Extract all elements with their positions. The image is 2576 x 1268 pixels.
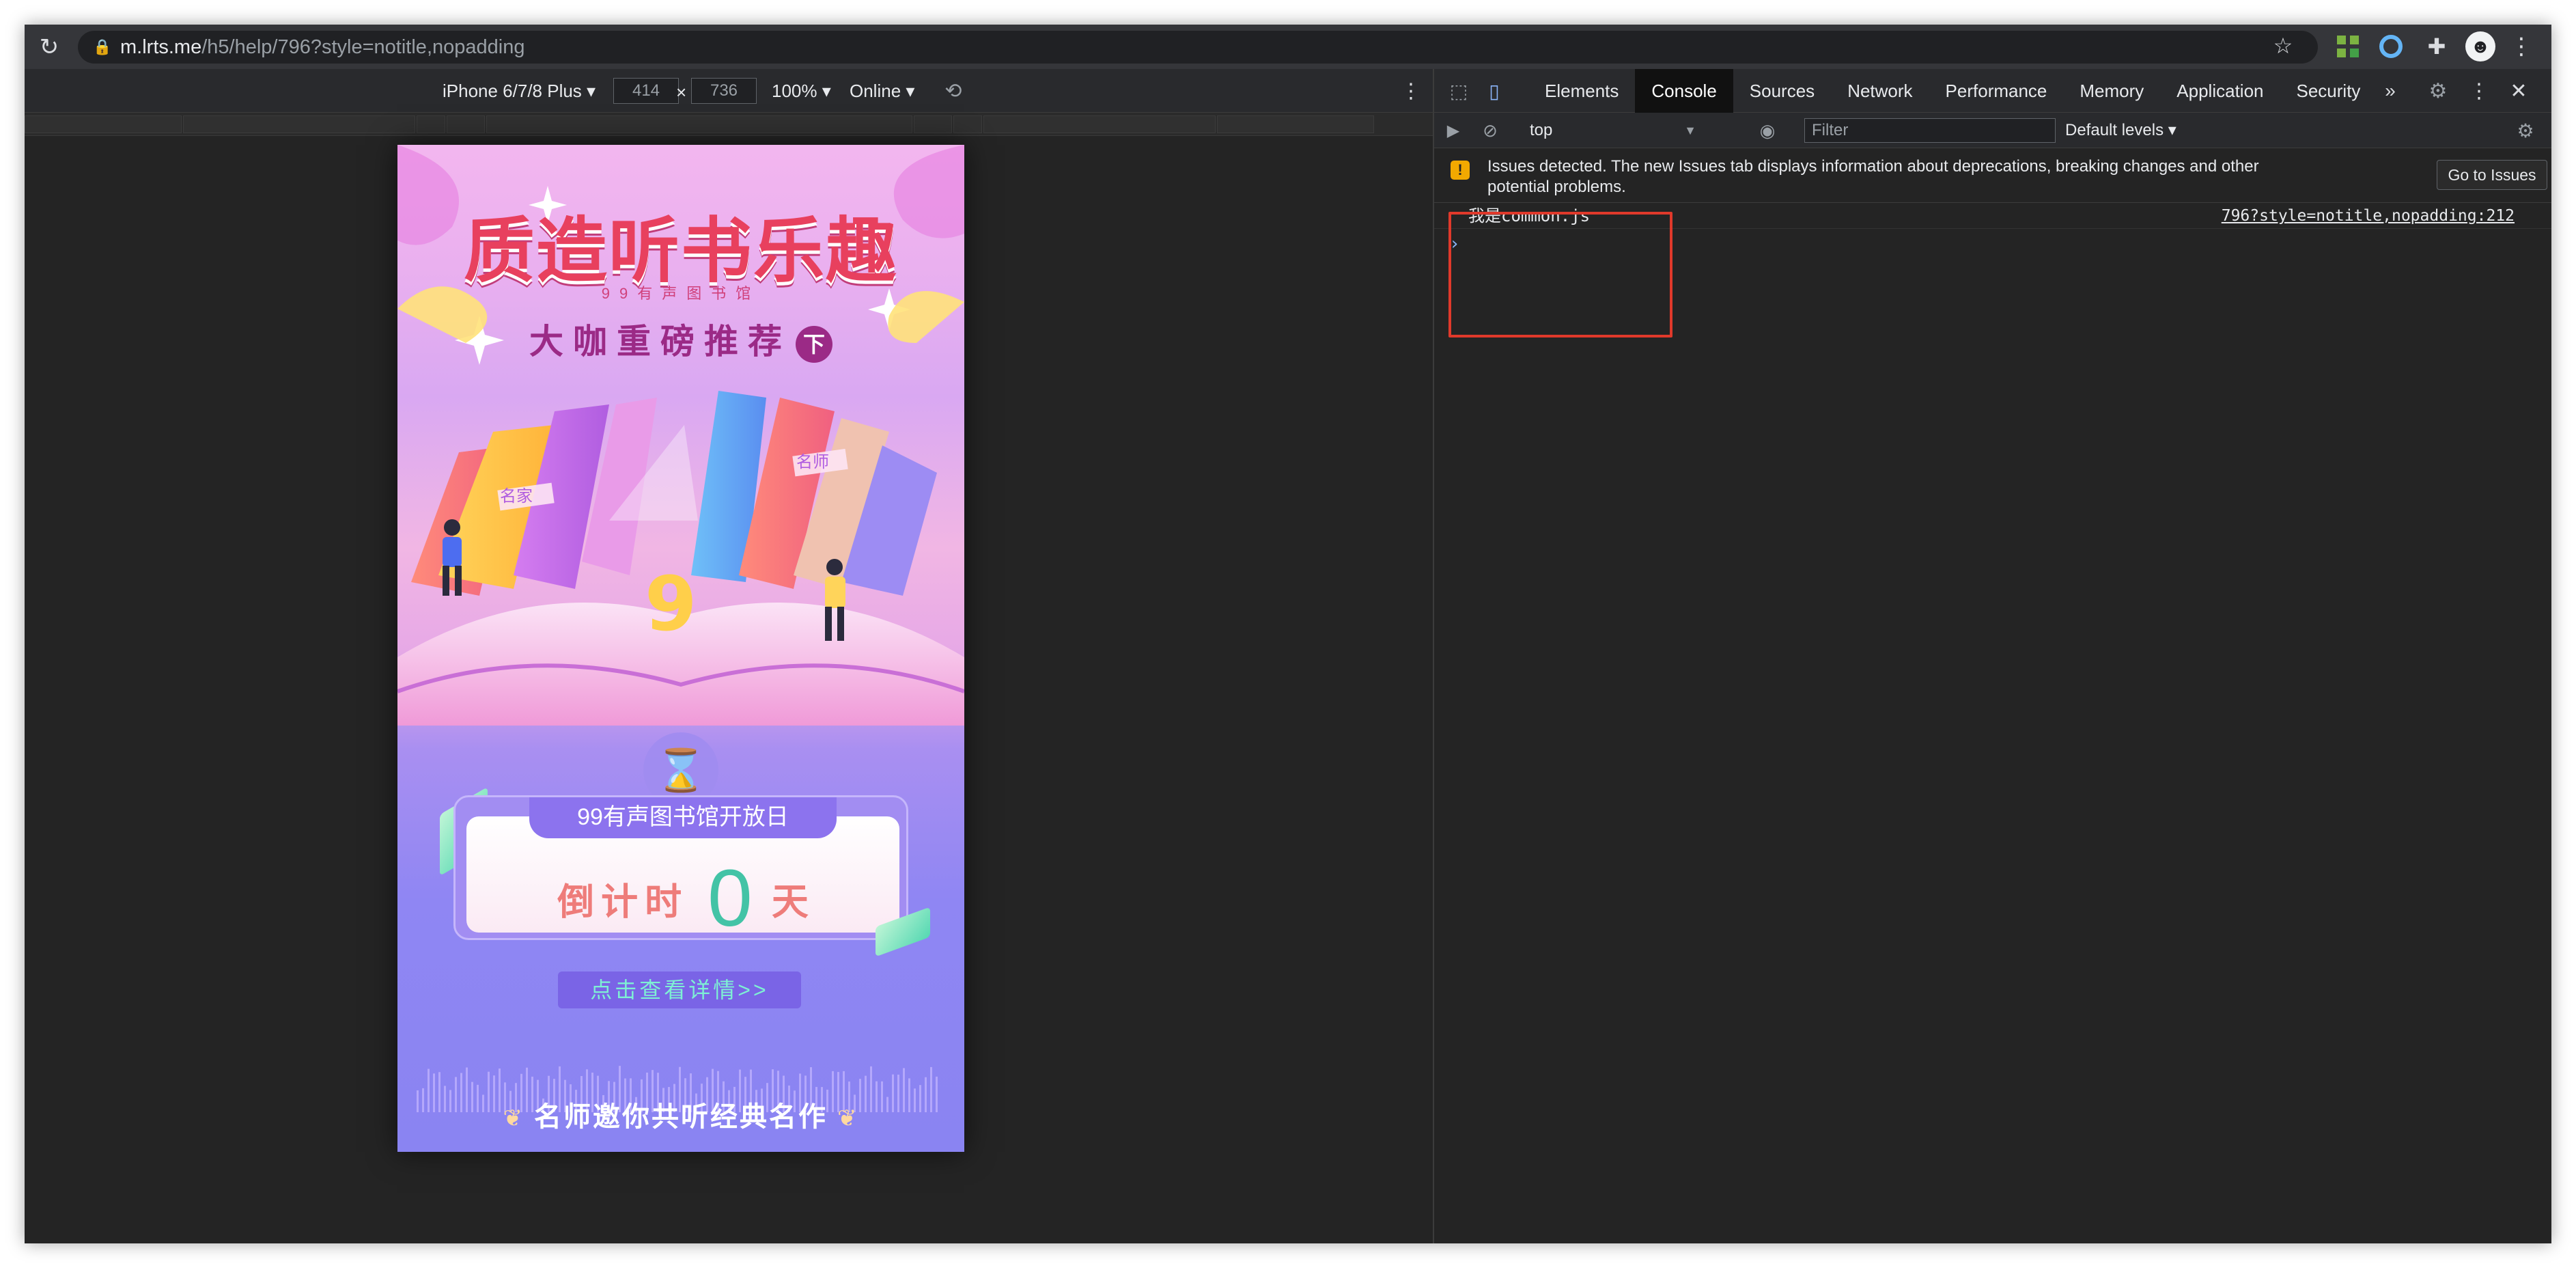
devtools-tabs: Elements Console Sources Network Performance… [1528,69,2377,113]
tab-application[interactable]: Application [2160,69,2280,113]
browser-window: ↻ 🔒 m.lrts.me/h5/help/796?style=notitle,… [25,25,2551,1243]
countdown-unit: 天 [771,880,809,924]
console-sidebar-icon[interactable]: ▶ [1441,118,1466,143]
hero-title: 质造听书乐趣 [463,209,898,292]
log-source-link[interactable]: 796?style=notitle,nopadding:212 [2222,203,2515,229]
tab-network[interactable]: Network [1831,69,1929,113]
issues-banner: ! Issues detected. The new Issues tab di… [1434,148,2551,203]
qr-code-icon[interactable] [2337,36,2359,57]
clear-console-icon[interactable]: ⊘ [1478,118,1502,143]
hero-tagline: 大咖重磅推荐下 [397,314,964,363]
countdown-card: 倒计时 0 天 99有声图书馆开放日 [453,795,908,940]
console-settings-icon[interactable]: ⚙ [2513,118,2538,143]
tab-elements[interactable]: Elements [1528,69,1635,113]
countdown-row: 倒计时 0 天 [466,858,899,939]
tab-sources[interactable]: Sources [1733,69,1831,113]
url-text[interactable]: m.lrts.me/h5/help/796?style=notitle,nopa… [120,31,524,64]
books-illustration: 名家 名师 9 [397,391,964,726]
url-host: m.lrts.me [120,36,202,58]
leaf-icon: ❦ [837,1105,859,1131]
console-filter-input[interactable] [1804,118,2056,143]
rotate-icon[interactable]: ⟲ [940,77,967,105]
hero-subtitle: 99有声图书馆 [601,285,761,302]
countdown-value: 0 [708,853,753,943]
close-devtools-icon[interactable]: ✕ [2505,77,2532,105]
art-logo: 9 [645,560,697,648]
footer-slogan: ❦ 名师邀你共听经典名作 ❦ [397,1094,964,1134]
url-path: /h5/help/796?style=notitle,nopadding [201,36,525,58]
devtools-tabbar: ⬚ ▯ Elements Console Sources Network Perform… [1434,69,2551,113]
tab-performance[interactable]: Performance [1929,69,2064,113]
phone-viewport: 质造听书乐趣 99有声图书馆 大咖重磅推荐下 名家 名师 9 ⌛ 倒计时 0 天… [397,145,964,1152]
art-label-right: 名师 [796,452,829,471]
tagline-text: 大咖重磅推荐 [529,322,792,361]
star-icon[interactable]: ☆ [2267,30,2299,61]
tab-console[interactable]: Console [1635,69,1733,113]
more-tabs-icon[interactable]: » [2377,77,2404,105]
footer-text: 名师邀你共听经典名作 [534,1102,828,1132]
context-value: top [1530,121,1553,139]
lock-icon[interactable]: 🔒 [90,35,115,59]
highlight-annotation-box [1448,212,1672,337]
art-label-left: 名家 [500,486,533,506]
log-levels-select[interactable]: Default levels ▾ [2065,117,2176,144]
console-toolbar: ▶ ⊘ top ▼ ◉ Default levels ▾ ⚙ [1434,113,2551,148]
device-height-input[interactable]: 736 [691,78,757,104]
countdown-label: 倒计时 [557,880,689,924]
browser-toolbar: ↻ 🔒 m.lrts.me/h5/help/796?style=notitle,… [25,25,2551,69]
ring-extension-icon[interactable] [2379,35,2403,58]
dimension-times: × [676,82,687,102]
media-query-ruler[interactable] [25,113,1433,136]
throttle-select[interactable]: Online ▾ [850,69,914,113]
inspect-element-icon[interactable]: ⬚ [1445,77,1472,105]
reload-icon[interactable]: ↻ [34,32,64,62]
chevron-down-icon: ▼ [1684,124,1696,137]
device-menu-icon[interactable]: ⋮ [1397,77,1425,105]
view-details-button[interactable]: 点击查看详情>> [558,971,801,1008]
avatar[interactable]: ☻ [2465,31,2495,61]
eye-icon[interactable]: ◉ [1755,118,1780,143]
device-toggle-icon[interactable]: ▯ [1481,77,1508,105]
device-select[interactable]: iPhone 6/7/8 Plus ▾ [443,69,596,113]
device-toolbar: iPhone 6/7/8 Plus ▾ 414 × 736 100% ▾ Onl… [25,69,1433,113]
tagline-badge: 下 [796,325,832,363]
tab-security[interactable]: Security [2280,69,2377,113]
context-select[interactable]: top ▼ [1522,117,1703,144]
warning-icon: ! [1451,161,1470,180]
leaf-icon: ❦ [503,1105,524,1131]
browser-menu-icon[interactable]: ⋮ [2508,31,2535,61]
issues-message: Issues detected. The new Issues tab disp… [1487,157,2259,196]
devtools-menu-icon[interactable]: ⋮ [2465,77,2493,105]
zoom-select[interactable]: 100% ▾ [772,69,831,113]
address-bar[interactable]: 🔒 m.lrts.me/h5/help/796?style=notitle,no… [78,31,2318,64]
tab-memory[interactable]: Memory [2063,69,2160,113]
device-width-input[interactable]: 414 [613,78,679,104]
countdown-header: 99有声图书馆开放日 [529,797,837,838]
puzzle-icon[interactable]: ✚ [2422,31,2452,61]
settings-gear-icon[interactable]: ⚙ [2424,77,2452,105]
go-to-issues-button[interactable]: Go to Issues [2437,160,2547,190]
